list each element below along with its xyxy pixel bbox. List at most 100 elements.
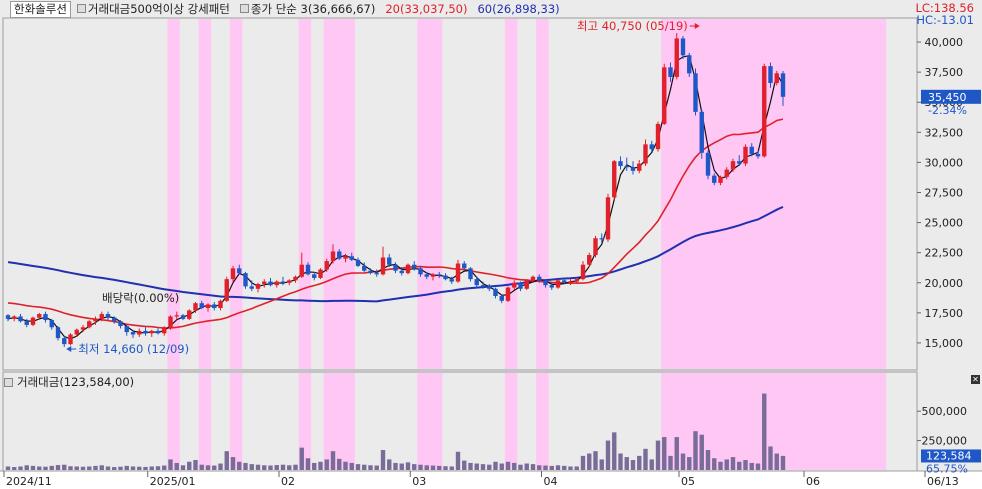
volume-bar <box>149 466 154 470</box>
candle-body <box>593 238 598 256</box>
candle-body <box>749 146 754 154</box>
checkbox-icon[interactable] <box>4 377 13 387</box>
volume-bar <box>524 463 529 470</box>
volume-bar <box>193 460 198 470</box>
volume-header: 거래대금(123,584,00) <box>0 374 134 390</box>
candle-body <box>68 334 73 345</box>
volume-bar <box>549 465 554 470</box>
pattern-label: 거래대금500억이상 강세패턴 <box>76 1 230 17</box>
candle-body <box>337 251 342 259</box>
highlight-band <box>298 19 312 369</box>
candle-body <box>374 273 379 275</box>
dividend-annotation: 배당락(0.00%) <box>102 291 179 305</box>
candle-body <box>774 73 779 83</box>
candle-body <box>112 317 117 322</box>
candle-body <box>443 275 448 280</box>
candle-body <box>230 268 236 280</box>
candle-body <box>149 330 154 334</box>
volume-badge-pct: 65.75% <box>926 462 968 475</box>
candle-body <box>655 123 661 150</box>
candle-body <box>668 67 673 77</box>
candle-body <box>737 161 742 164</box>
candle-body <box>368 270 373 274</box>
volume-bar <box>99 465 104 470</box>
candle-body <box>343 256 348 259</box>
candle-body <box>118 321 123 327</box>
candle-body <box>155 330 161 334</box>
candle-body <box>174 315 179 317</box>
volume-bar <box>743 460 748 470</box>
volume-bar <box>449 466 454 470</box>
volume-bar <box>124 465 129 470</box>
highlight-band <box>417 19 443 369</box>
candle-body <box>630 167 636 171</box>
volume-bar <box>74 466 79 470</box>
candle-body <box>780 73 786 97</box>
candle-body <box>462 263 467 269</box>
volume-bar <box>718 461 723 470</box>
candle-body <box>355 259 361 266</box>
candle-body <box>555 280 561 288</box>
volume-bar <box>262 465 267 470</box>
highlight-band-volume <box>323 373 355 470</box>
x-tick-label: 04 <box>544 475 558 488</box>
candle-body <box>180 315 186 319</box>
volume-bar <box>637 455 642 470</box>
candle-body <box>643 144 648 164</box>
volume-bar <box>468 462 473 470</box>
candle-body <box>143 330 148 334</box>
ma3-label-text: 종가 단순 3(36,666,67) <box>250 2 376 16</box>
candle-body <box>80 327 86 330</box>
volume-bar <box>499 463 504 470</box>
volume-bar <box>87 466 92 470</box>
candle-body <box>187 310 192 319</box>
highlight-band <box>504 19 518 369</box>
volume-bar <box>224 451 229 470</box>
y-tick-label: 17,500 <box>925 307 964 320</box>
candle-body <box>268 281 273 286</box>
checkbox-icon[interactable] <box>76 4 86 13</box>
volume-bar <box>493 461 498 470</box>
candle-body <box>137 330 142 335</box>
volume-bar <box>299 447 304 470</box>
candle-body <box>205 304 211 309</box>
volume-label: 거래대금(123,584,00) <box>17 375 135 389</box>
candle-body <box>599 238 604 240</box>
highlight-band <box>536 19 549 369</box>
volume-bar <box>280 464 286 470</box>
volume-bar <box>568 466 573 470</box>
checkbox-icon[interactable] <box>239 4 249 13</box>
stock-name[interactable]: 한화솔루션 <box>10 0 71 18</box>
candle-body <box>393 264 398 271</box>
candle-body <box>718 176 723 183</box>
x-tick-label: 06/13 <box>927 475 959 488</box>
candle-body <box>37 314 42 318</box>
volume-bar <box>30 465 36 470</box>
candle-body <box>518 282 523 289</box>
volume-bar <box>312 462 317 470</box>
volume-bar <box>368 465 373 470</box>
candle-body <box>43 314 48 321</box>
volume-bar <box>337 458 342 470</box>
highlight-band-volume <box>198 373 212 470</box>
y-tick-label: 22,500 <box>925 247 964 260</box>
candle-body <box>524 280 529 289</box>
volume-bar <box>62 464 67 470</box>
y-tick-label: 27,500 <box>925 186 964 199</box>
volume-bar <box>612 432 617 470</box>
candle-body <box>387 257 392 265</box>
x-tick-label: 2024/11 <box>6 475 52 488</box>
volume-bar <box>618 453 623 470</box>
volume-bar <box>574 466 579 470</box>
volume-bar <box>324 459 329 470</box>
volume-bar <box>649 459 654 470</box>
volume-bar <box>480 464 486 470</box>
volume-bar <box>518 464 523 470</box>
close-icon[interactable]: ✕ <box>971 375 980 384</box>
highlight-band <box>198 19 212 369</box>
candle-body <box>49 320 54 328</box>
candle-body <box>618 161 623 167</box>
candle-body <box>18 316 23 322</box>
candle-body <box>699 111 704 153</box>
volume-bar <box>605 440 611 470</box>
